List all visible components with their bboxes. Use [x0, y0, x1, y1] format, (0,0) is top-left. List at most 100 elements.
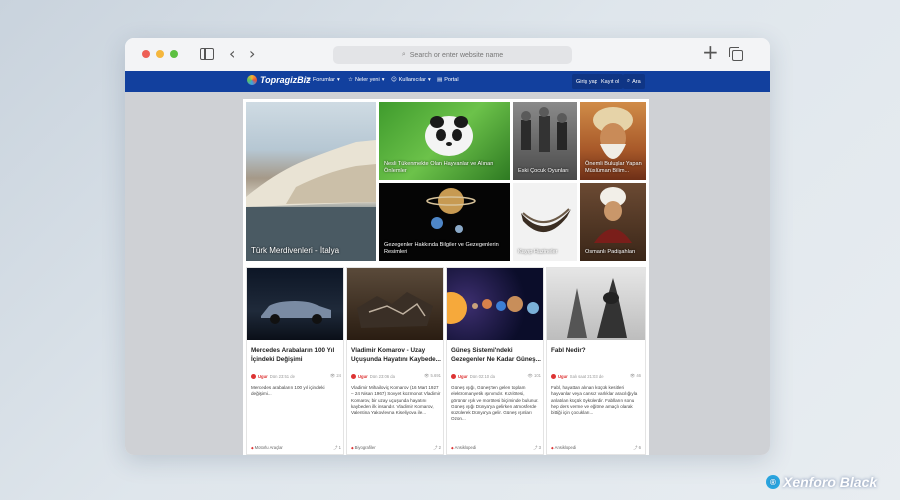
portal-icon: ▤ — [437, 77, 443, 83]
eye-icon: 👁 — [527, 373, 533, 378]
article-footer: Biyografiler ⤴ 2 — [351, 445, 441, 451]
article-footer: Ansiklopedi ⤴ 6 — [551, 445, 641, 451]
article-excerpt: Güneş ışığı, Güneş'ten gelen toplam elek… — [451, 385, 539, 422]
forum-navbar: TopragizBiz ☰ Forumlar ▾ ☆ Neler yeni ▾ … — [125, 71, 770, 92]
article-author[interactable]: Ugur — [558, 374, 568, 379]
article-excerpt: Fabl, hayattan alınan küçük kesitleri ha… — [551, 385, 638, 416]
eye-icon: 👁 — [629, 373, 636, 378]
article-author[interactable]: Ugur — [258, 374, 268, 379]
featured-tile-3[interactable]: Eski Çocuk Oyunları — [513, 102, 577, 180]
featured-tile-2[interactable]: Nesli Tükenmekte Olan Hayvanlar ve Alına… — [379, 102, 510, 180]
article-title[interactable]: Güneş Sistemi'ndeki Gezegenler Ne Kadar … — [451, 346, 541, 364]
featured-caption: Kayıp Hazineler — [518, 249, 558, 255]
featured-tile-7[interactable]: Osmanlı Padişahları — [580, 183, 646, 261]
author-avatar-icon — [251, 373, 256, 379]
nav-portal-label: Portal — [444, 77, 459, 83]
article-image — [547, 268, 645, 340]
article-date: Dün 23:06 da — [369, 373, 395, 379]
watermark-text: Xenforo Black — [783, 474, 878, 490]
sidebar-toggle-icon[interactable] — [200, 48, 214, 60]
browser-window: ‹ › ⌕ Search or enter website name + Top… — [125, 38, 770, 455]
share-icon: ⤴ — [433, 445, 438, 450]
article-image — [247, 268, 343, 340]
article-title[interactable]: Fabl Nedir? — [551, 346, 641, 355]
article-card[interactable]: Vladimir Komarov - Uzay Uçuşunda Hayatın… — [346, 267, 444, 455]
article-excerpt: Mercedes arabaların 100 yıl içindeki değ… — [251, 385, 325, 397]
comments-count: 3 — [538, 445, 541, 450]
featured-caption: Gezegenler Hakkında Bilgiler ve Gezegenl… — [384, 242, 499, 255]
article-views: 👁 101 — [528, 373, 542, 379]
site-logo[interactable]: TopragizBiz — [247, 75, 311, 85]
chevron-down-icon: ▾ — [336, 77, 340, 83]
article-author[interactable]: Ugur — [358, 374, 368, 379]
featured-caption: Eski Çocuk Oyunları — [518, 168, 569, 174]
article-category[interactable]: Biyografiler — [351, 445, 376, 451]
article-meta: Ugur Dün 23:06 da 👁 5.691 — [351, 372, 441, 380]
article-title[interactable]: Vladimir Komarov - Uzay Uçuşunda Hayatın… — [351, 346, 441, 364]
featured-caption: Önemli Buluşlar Yapan Müslüman Bilim... — [585, 161, 642, 174]
chevron-down-icon: ▾ — [381, 77, 385, 83]
featured-tile-5[interactable]: Gezegenler Hakkında Bilgiler ve Gezegenl… — [379, 183, 510, 261]
article-card[interactable]: Mercedes Arabaların 100 Yıl İçindeki Değ… — [246, 267, 344, 455]
article-meta: Ugur Salı saat 21:03 de 👁 46 — [551, 372, 641, 380]
article-comments[interactable]: ⤴ 3 — [533, 445, 541, 451]
close-dot[interactable] — [142, 50, 150, 58]
article-date: Dün 02:10 da — [469, 373, 495, 379]
car-image — [261, 301, 331, 324]
forward-arrow-icon[interactable]: › — [249, 44, 255, 63]
nav-portal[interactable]: ▤ Portal — [437, 77, 459, 83]
article-footer: Ansiklopedi ⤴ 3 — [451, 445, 541, 451]
new-tab-icon[interactable]: + — [702, 42, 719, 62]
nav-members[interactable]: ☺ Kullanıcılar ▾ — [391, 77, 431, 83]
article-views: 👁 46 — [630, 373, 641, 379]
eye-icon: 👁 — [424, 373, 430, 378]
article-meta: Ugur Dün 23:51 de 👁 24 — [251, 372, 341, 380]
article-views: 👁 5.691 — [424, 373, 441, 379]
article-card[interactable]: Fabl Nedir? Ugur Salı saat 21:03 de 👁 46… — [546, 267, 646, 455]
article-date: Dün 23:51 de — [269, 373, 295, 379]
article-image — [447, 268, 543, 340]
featured-tile-1[interactable]: Türk Merdivenleri - İtalya — [246, 102, 376, 261]
article-category[interactable]: Ansiklopedi — [451, 445, 476, 451]
article-comments[interactable]: ⤴ 2 — [433, 445, 441, 451]
article-author[interactable]: Ugur — [458, 374, 468, 379]
nav-forums[interactable]: ☰ Forumlar ▾ — [306, 77, 340, 83]
solar-system-image — [447, 292, 539, 324]
article-category[interactable]: Ansiklopedi — [551, 445, 576, 451]
register-label: Kayıt ol — [601, 78, 620, 85]
url-bar[interactable]: ⌕ Search or enter website name — [333, 46, 572, 64]
featured-tile-6[interactable]: Kayıp Hazineler — [513, 183, 577, 261]
forums-icon: ☰ — [306, 77, 311, 83]
url-placeholder: Search or enter website name — [409, 51, 504, 59]
register-button[interactable]: Kayıt ol — [597, 74, 624, 89]
search-button[interactable]: ⌕ Ara — [623, 74, 645, 89]
logo-mark-icon — [247, 75, 257, 85]
article-footer: Motorlu Araçlar ⤴ 1 — [251, 445, 341, 451]
article-comments[interactable]: ⤴ 1 — [333, 445, 341, 451]
zoom-dot[interactable] — [170, 50, 178, 58]
featured-caption: Osmanlı Padişahları — [585, 249, 636, 255]
nav-whats-new[interactable]: ☆ Neler yeni ▾ — [348, 77, 384, 83]
tab-overview-icon[interactable] — [729, 47, 743, 61]
login-label: Giriş yap — [576, 78, 598, 85]
star-icon: ☆ — [348, 77, 353, 83]
article-category[interactable]: Motorlu Araçlar — [251, 445, 283, 451]
article-comments[interactable]: ⤴ 6 — [633, 445, 641, 451]
article-image — [347, 268, 443, 340]
article-title[interactable]: Mercedes Arabaların 100 Yıl İçindeki Değ… — [251, 346, 341, 364]
views-count: 101 — [534, 373, 541, 378]
article-card[interactable]: Güneş Sistemi'ndeki Gezegenler Ne Kadar … — [446, 267, 544, 455]
nav-members-label: Kullanıcılar — [398, 77, 426, 83]
article-views: 👁 24 — [330, 373, 341, 379]
author-avatar-icon — [551, 373, 556, 379]
author-avatar-icon — [351, 373, 356, 379]
featured-tile-4[interactable]: Önemli Buluşlar Yapan Müslüman Bilim... — [580, 102, 646, 180]
registered-mark-icon: ® — [766, 475, 780, 489]
featured-caption: Nesli Tükenmekte Olan Hayvanlar ve Alına… — [384, 161, 494, 174]
search-label: Ara — [632, 78, 641, 85]
browser-toolbar: ‹ › ⌕ Search or enter website name + — [125, 38, 770, 71]
minimize-dot[interactable] — [156, 50, 164, 58]
back-arrow-icon[interactable]: ‹ — [229, 44, 235, 63]
fable-illustration-image — [567, 278, 627, 338]
cliff-image — [246, 140, 376, 261]
